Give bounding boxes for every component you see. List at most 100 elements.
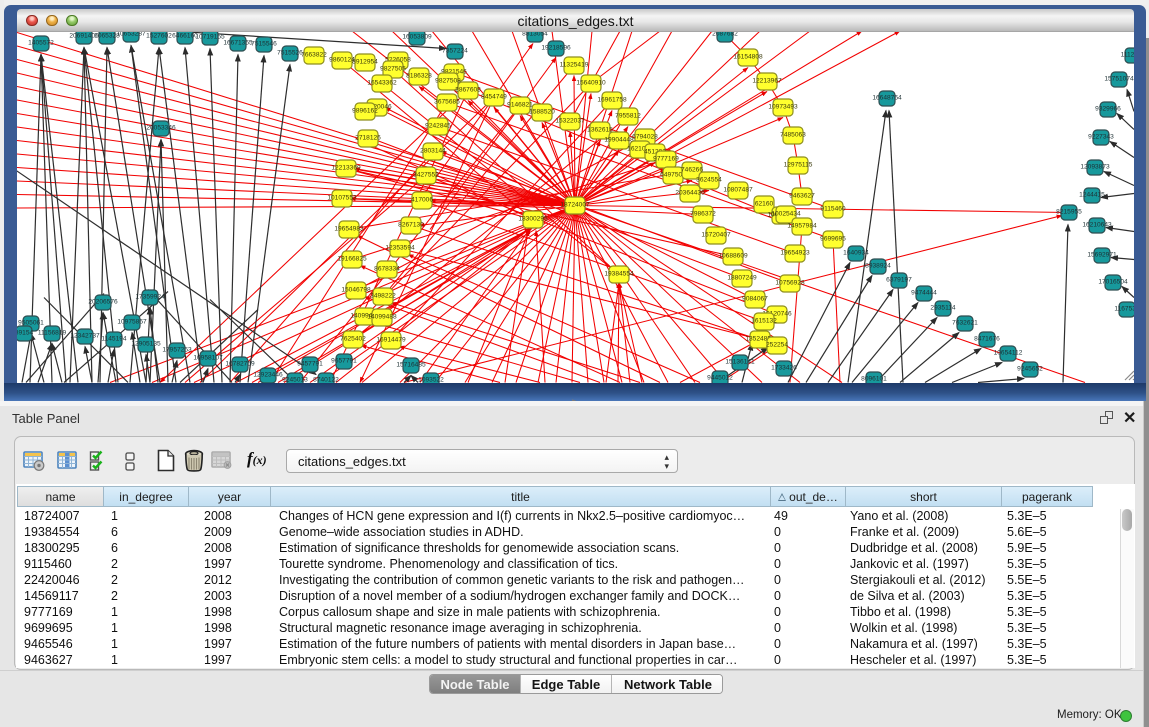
svg-text:16671355: 16671355	[223, 40, 253, 47]
svg-text:19654923: 19654923	[780, 250, 810, 257]
svg-text:8454749: 8454749	[481, 94, 507, 101]
svg-text:10654112: 10654112	[994, 350, 1023, 357]
svg-text:1167531: 1167531	[1114, 306, 1134, 313]
svg-text:19384554: 19384554	[604, 271, 634, 278]
svg-text:18300295: 18300295	[518, 216, 548, 223]
svg-text:9329966: 9329966	[1095, 106, 1121, 113]
svg-text:12975115: 12975115	[784, 162, 813, 169]
svg-text:9115460: 9115460	[820, 206, 846, 213]
svg-text:12213967: 12213967	[752, 78, 782, 85]
svg-text:16154808: 16154808	[733, 54, 763, 61]
svg-text:9445012: 9445012	[707, 375, 733, 382]
svg-text:8186328: 8186328	[406, 73, 432, 80]
svg-text:7357224: 7357224	[442, 48, 468, 55]
svg-text:10025434: 10025434	[771, 211, 801, 218]
svg-text:2718126: 2718126	[355, 135, 381, 142]
svg-text:7485063: 7485063	[780, 132, 806, 139]
svg-text:12905135: 12905135	[131, 341, 161, 348]
svg-text:7663822: 7663822	[301, 52, 327, 59]
svg-text:20053346: 20053346	[146, 125, 176, 132]
svg-text:12353594: 12353594	[385, 245, 415, 252]
svg-text:10688609: 10688609	[718, 253, 748, 260]
svg-text:10719155: 10719155	[195, 34, 225, 41]
svg-text:19218596: 19218596	[541, 45, 571, 52]
svg-text:16914479: 16914479	[376, 337, 406, 344]
svg-text:17359924: 17359924	[135, 294, 165, 301]
svg-text:16543362: 16543362	[367, 80, 397, 87]
svg-text:7625402: 7625402	[340, 336, 366, 343]
svg-text:15322037: 15322037	[555, 118, 585, 125]
svg-text:9896162: 9896162	[352, 108, 378, 115]
svg-text:1145194: 1145194	[101, 336, 127, 343]
svg-text:10975867: 10975867	[117, 319, 147, 326]
svg-text:15136141: 15136141	[725, 359, 755, 366]
svg-text:1112004: 1112004	[1121, 52, 1134, 59]
svg-text:19166825: 19166825	[337, 256, 367, 263]
svg-text:18724007: 18724007	[560, 202, 590, 209]
svg-text:15751074: 15751074	[1104, 76, 1134, 83]
svg-text:20364436: 20364436	[675, 190, 705, 197]
svg-text:10958107: 10958107	[193, 355, 223, 362]
svg-text:19654983: 19654983	[334, 226, 364, 233]
svg-text:7955812: 7955812	[615, 113, 641, 120]
svg-text:9245652: 9245652	[1017, 366, 1043, 373]
svg-text:1362615: 1362615	[587, 127, 613, 134]
svg-text:10107553: 10107553	[327, 195, 357, 202]
svg-text:12923446: 12923446	[253, 372, 283, 379]
svg-text:15716485: 15716485	[396, 362, 426, 369]
svg-text:8096101: 8096101	[861, 376, 887, 383]
svg-text:7986372: 7986372	[690, 211, 716, 218]
svg-text:15692971: 15692971	[1087, 252, 1117, 259]
svg-text:9827505: 9827505	[380, 66, 406, 73]
svg-text:15640910: 15640910	[576, 80, 606, 87]
svg-text:1405572: 1405572	[28, 40, 54, 47]
svg-text:2867608: 2867608	[455, 87, 481, 94]
svg-text:1244415: 1244415	[1079, 192, 1105, 199]
svg-text:12213369: 12213369	[331, 165, 361, 172]
svg-text:16210643: 16210643	[1082, 222, 1112, 229]
svg-text:8678334: 8678334	[374, 266, 400, 273]
svg-text:18807249: 18807249	[727, 275, 757, 282]
svg-text:1527602: 1527602	[146, 33, 172, 40]
svg-text:8471676: 8471676	[974, 336, 1000, 343]
svg-text:8938924: 8938924	[865, 263, 891, 270]
svg-text:9777169: 9777169	[653, 156, 679, 163]
svg-text:417006: 417006	[411, 197, 433, 204]
svg-text:9657791: 9657791	[331, 358, 357, 365]
svg-text:1733426: 1733426	[771, 365, 797, 372]
svg-text:9084067: 9084067	[742, 296, 768, 303]
svg-text:16961758: 16961758	[597, 97, 627, 104]
svg-text:8267130: 8267130	[398, 222, 424, 229]
svg-text:1640934: 1640934	[843, 250, 869, 257]
svg-text:1615132: 1615132	[751, 318, 777, 325]
svg-text:9242845: 9242845	[425, 123, 451, 130]
svg-text:3624554: 3624554	[696, 177, 722, 184]
svg-text:10756928: 10756928	[775, 280, 805, 287]
svg-text:20206576: 20206576	[88, 299, 118, 306]
svg-text:9699695: 9699695	[820, 236, 846, 243]
svg-text:19904448: 19904448	[604, 137, 634, 144]
svg-text:6379197: 6379197	[886, 277, 912, 284]
svg-text:11325419: 11325419	[560, 62, 589, 69]
svg-text:10973493: 10973493	[768, 104, 798, 111]
svg-text:9146821: 9146821	[507, 102, 533, 109]
svg-text:11156819: 11156819	[38, 330, 67, 337]
svg-text:10807487: 10807487	[723, 187, 753, 194]
svg-text:14957984: 14957984	[787, 223, 817, 230]
svg-text:3427552: 3427552	[413, 172, 439, 179]
svg-text:17957253: 17957253	[162, 347, 192, 354]
svg-text:252254: 252254	[766, 342, 788, 349]
svg-text:62160: 62160	[755, 201, 774, 208]
svg-text:1588520: 1588520	[529, 109, 555, 116]
svg-text:16648764: 16648764	[872, 95, 902, 102]
svg-text:7515546: 7515546	[251, 41, 277, 48]
svg-text:7632621: 7632621	[952, 320, 978, 327]
svg-text:12093873: 12093873	[1080, 164, 1110, 171]
svg-text:39154: 39154	[17, 330, 33, 337]
svg-text:746266: 746266	[681, 167, 703, 174]
svg-text:9463627: 9463627	[789, 193, 815, 200]
svg-text:16782759: 16782759	[225, 361, 255, 368]
svg-text:17016504: 17016504	[1098, 279, 1128, 286]
svg-text:12342737: 12342737	[70, 333, 100, 340]
svg-text:2935114: 2935114	[930, 305, 956, 312]
